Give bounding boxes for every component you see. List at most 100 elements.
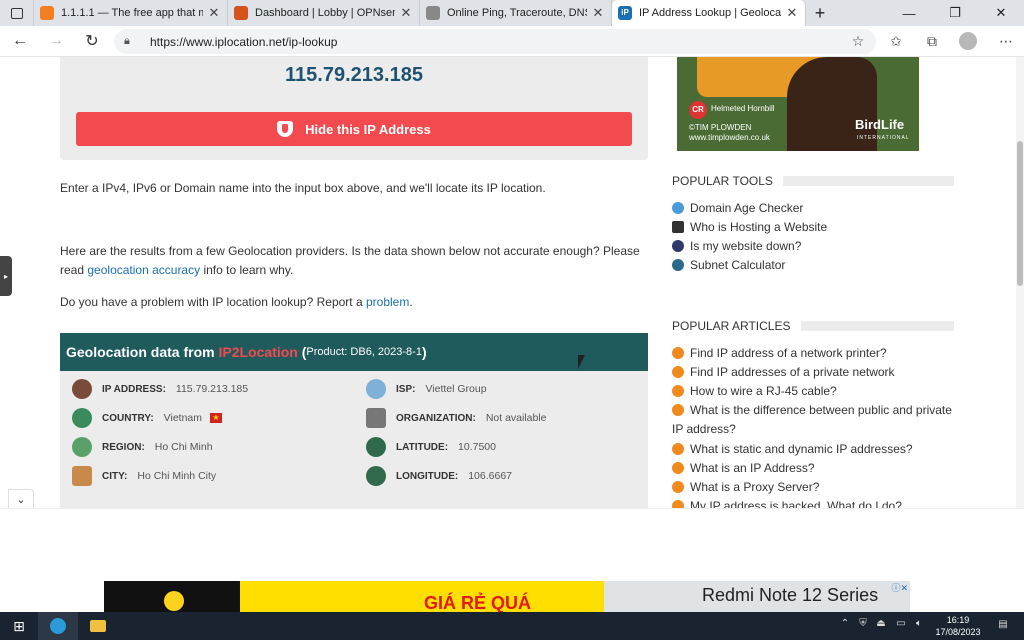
ping-favicon-icon <box>426 6 440 20</box>
vietnam-flag-icon: ★ <box>210 413 223 423</box>
article-item[interactable]: What is an IP Address? <box>672 459 957 478</box>
geo-lon-field: LONGITUDE: 106.6667 <box>366 466 512 486</box>
globe-icon <box>72 408 92 428</box>
close-tab-icon[interactable]: ✕ <box>785 5 799 21</box>
results-paragraph: Here are the results from a few Geolocat… <box>60 242 650 280</box>
new-tab-button[interactable]: + <box>806 0 834 26</box>
results-text-2: info to learn why. <box>203 263 294 277</box>
minimize-icon[interactable]: — <box>886 0 932 26</box>
person-icon <box>72 379 92 399</box>
clock[interactable]: 16:19 17/08/2023 <box>926 614 990 638</box>
tab-bar: 1.1.1.1 — The free app that make ✕ Dashb… <box>0 0 1024 26</box>
ad-close-icon[interactable]: ⓘ✕ <box>891 581 908 594</box>
file-explorer-taskbar-icon[interactable] <box>78 612 118 640</box>
article-label: Find IP address of a network printer? <box>690 346 887 360</box>
tool-item[interactable]: Domain Age Checker <box>672 199 957 218</box>
side-panel-toggle[interactable]: ▸ <box>0 256 12 296</box>
tab-actions-button[interactable] <box>0 0 34 26</box>
close-window-icon[interactable]: ✕ <box>978 0 1024 26</box>
profile-avatar-icon[interactable] <box>956 30 980 52</box>
vertical-scrollbar[interactable] <box>1016 57 1024 508</box>
geo-region-value: Ho Chi Minh <box>154 441 213 453</box>
article-item[interactable]: What is a Proxy Server? <box>672 478 957 497</box>
collections-icon[interactable]: ⧉ <box>920 30 944 52</box>
birdlife-logo-sub: INTERNATIONAL <box>857 135 910 141</box>
lock-icon[interactable]: 🔒︎ <box>124 35 138 49</box>
tool-item[interactable]: Subnet Calculator <box>672 256 957 275</box>
forward-icon[interactable]: → <box>44 30 68 52</box>
article-label: What is the difference between public an… <box>672 403 952 436</box>
popular-tools-header: POPULAR TOOLS <box>672 174 954 188</box>
close-tab-icon[interactable]: ✕ <box>207 5 221 21</box>
tab-opnsense[interactable]: Dashboard | Lobby | OPNsense.lc ✕ <box>228 0 420 26</box>
article-item[interactable]: Find IP address of a network printer? <box>672 344 957 363</box>
collapse-ad-chevron-icon[interactable]: ⌄ <box>8 489 34 509</box>
article-bullet-icon <box>672 347 684 359</box>
back-icon[interactable]: ← <box>8 30 32 52</box>
geolocation-accuracy-link[interactable]: geolocation accuracy <box>87 263 200 277</box>
tool-item[interactable]: Is my website down? <box>672 237 957 256</box>
network-globe-icon <box>672 259 684 271</box>
ad-model-text: Redmi Note 12 Series <box>702 585 879 605</box>
article-item[interactable]: My IP address is hacked. What do I do? <box>672 497 957 508</box>
geo-product: Product: DB6, 2023-8-1 <box>306 346 422 358</box>
problem-link[interactable]: problem <box>366 295 409 309</box>
close-tab-icon[interactable]: ✕ <box>399 5 413 21</box>
ip-result-box: 115.79.213.185 Hide this IP Address <box>60 57 648 160</box>
volume-icon[interactable]: 🔈︎ <box>912 618 926 632</box>
favorite-star-icon[interactable]: ☆ <box>846 30 870 52</box>
scrollbar-thumb[interactable] <box>1017 141 1023 286</box>
popular-articles-title: POPULAR ARTICLES <box>672 319 791 333</box>
restore-icon[interactable]: ❐ <box>932 0 978 26</box>
hide-ip-button[interactable]: Hide this IP Address <box>76 112 632 146</box>
article-item[interactable]: What is the difference between public an… <box>672 401 957 439</box>
ad-caption: Helmeted Hornbill <box>711 104 775 113</box>
favorites-icon[interactable]: ✩ <box>884 30 908 52</box>
geolocation-panel: Geolocation data from IP2Location (Produ… <box>60 333 648 508</box>
geo-title-prefix: Geolocation data from <box>66 344 215 360</box>
ad-credit: ©TIM PLOWDEN www.timplowden.co.uk <box>689 123 770 143</box>
close-tab-icon[interactable]: ✕ <box>591 5 605 21</box>
notifications-icon[interactable]: ▤ <box>996 619 1010 633</box>
latitude-globe-icon <box>366 437 386 457</box>
popular-articles-header: POPULAR ARTICLES <box>672 319 954 333</box>
windows-start-icon[interactable]: ⊞ <box>0 612 38 640</box>
map-icon <box>72 437 92 457</box>
longitude-globe-icon <box>366 466 386 486</box>
birdlife-logo: BirdLife <box>855 117 905 132</box>
edge-taskbar-icon[interactable] <box>38 612 78 640</box>
ip-address-display: 115.79.213.185 <box>285 64 423 86</box>
article-item[interactable]: What is static and dynamic IP addresses? <box>672 440 957 459</box>
tab-title: IP Address Lookup | Geolocation <box>639 7 781 19</box>
geo-ip-field: IP ADDRESS: 115.79.213.185 <box>72 379 248 399</box>
tab-iplocation[interactable]: iP IP Address Lookup | Geolocation ✕ <box>612 0 806 26</box>
network-icon[interactable]: ▭ <box>894 618 908 632</box>
article-bullet-icon <box>672 443 684 455</box>
geo-country-field: COUNTRY: Vietnam ★ <box>72 408 223 428</box>
usb-icon[interactable]: ⏏ <box>874 618 888 632</box>
more-menu-icon[interactable]: ⋯ <box>994 30 1018 52</box>
show-hidden-icons-icon[interactable]: ⌃ <box>838 618 852 632</box>
article-label: My IP address is hacked. What do I do? <box>690 499 902 508</box>
refresh-icon[interactable]: ↻ <box>80 30 104 52</box>
tab-ping[interactable]: Online Ping, Traceroute, DNS loo ✕ <box>420 0 612 26</box>
clock-time: 16:19 <box>946 615 970 625</box>
redmi-ad-banner[interactable]: GIÁ RẺ QUÁ Redmi Note 12 Series ⓘ✕ <box>104 581 910 613</box>
tool-item[interactable]: Who is Hosting a Website <box>672 218 957 237</box>
opnsense-favicon-icon <box>234 6 248 20</box>
defender-shield-icon[interactable]: ⛨ <box>856 618 870 632</box>
article-bullet-icon <box>672 500 684 508</box>
server-icon <box>672 221 684 233</box>
address-bar[interactable]: 🔒︎ https://www.iplocation.net/ip-lookup <box>114 29 876 54</box>
tool-label: Domain Age Checker <box>690 201 804 215</box>
tab-cloudflare[interactable]: 1.1.1.1 — The free app that make ✕ <box>34 0 228 26</box>
tool-label: Who is Hosting a Website <box>690 220 828 234</box>
article-bullet-icon <box>672 404 684 416</box>
geo-isp-field: ISP: Viettel Group <box>366 379 487 399</box>
ad-emoji-icon <box>164 591 184 611</box>
article-item[interactable]: How to wire a RJ-45 cable? <box>672 382 957 401</box>
geo-lat-value: 10.7500 <box>458 441 496 453</box>
birdlife-ad[interactable]: CR Helmeted Hornbill ©TIM PLOWDEN www.ti… <box>677 57 919 151</box>
ad-promo-text: GIÁ RẺ QUÁ <box>424 593 532 613</box>
article-item[interactable]: Find IP addresses of a private network <box>672 363 957 382</box>
